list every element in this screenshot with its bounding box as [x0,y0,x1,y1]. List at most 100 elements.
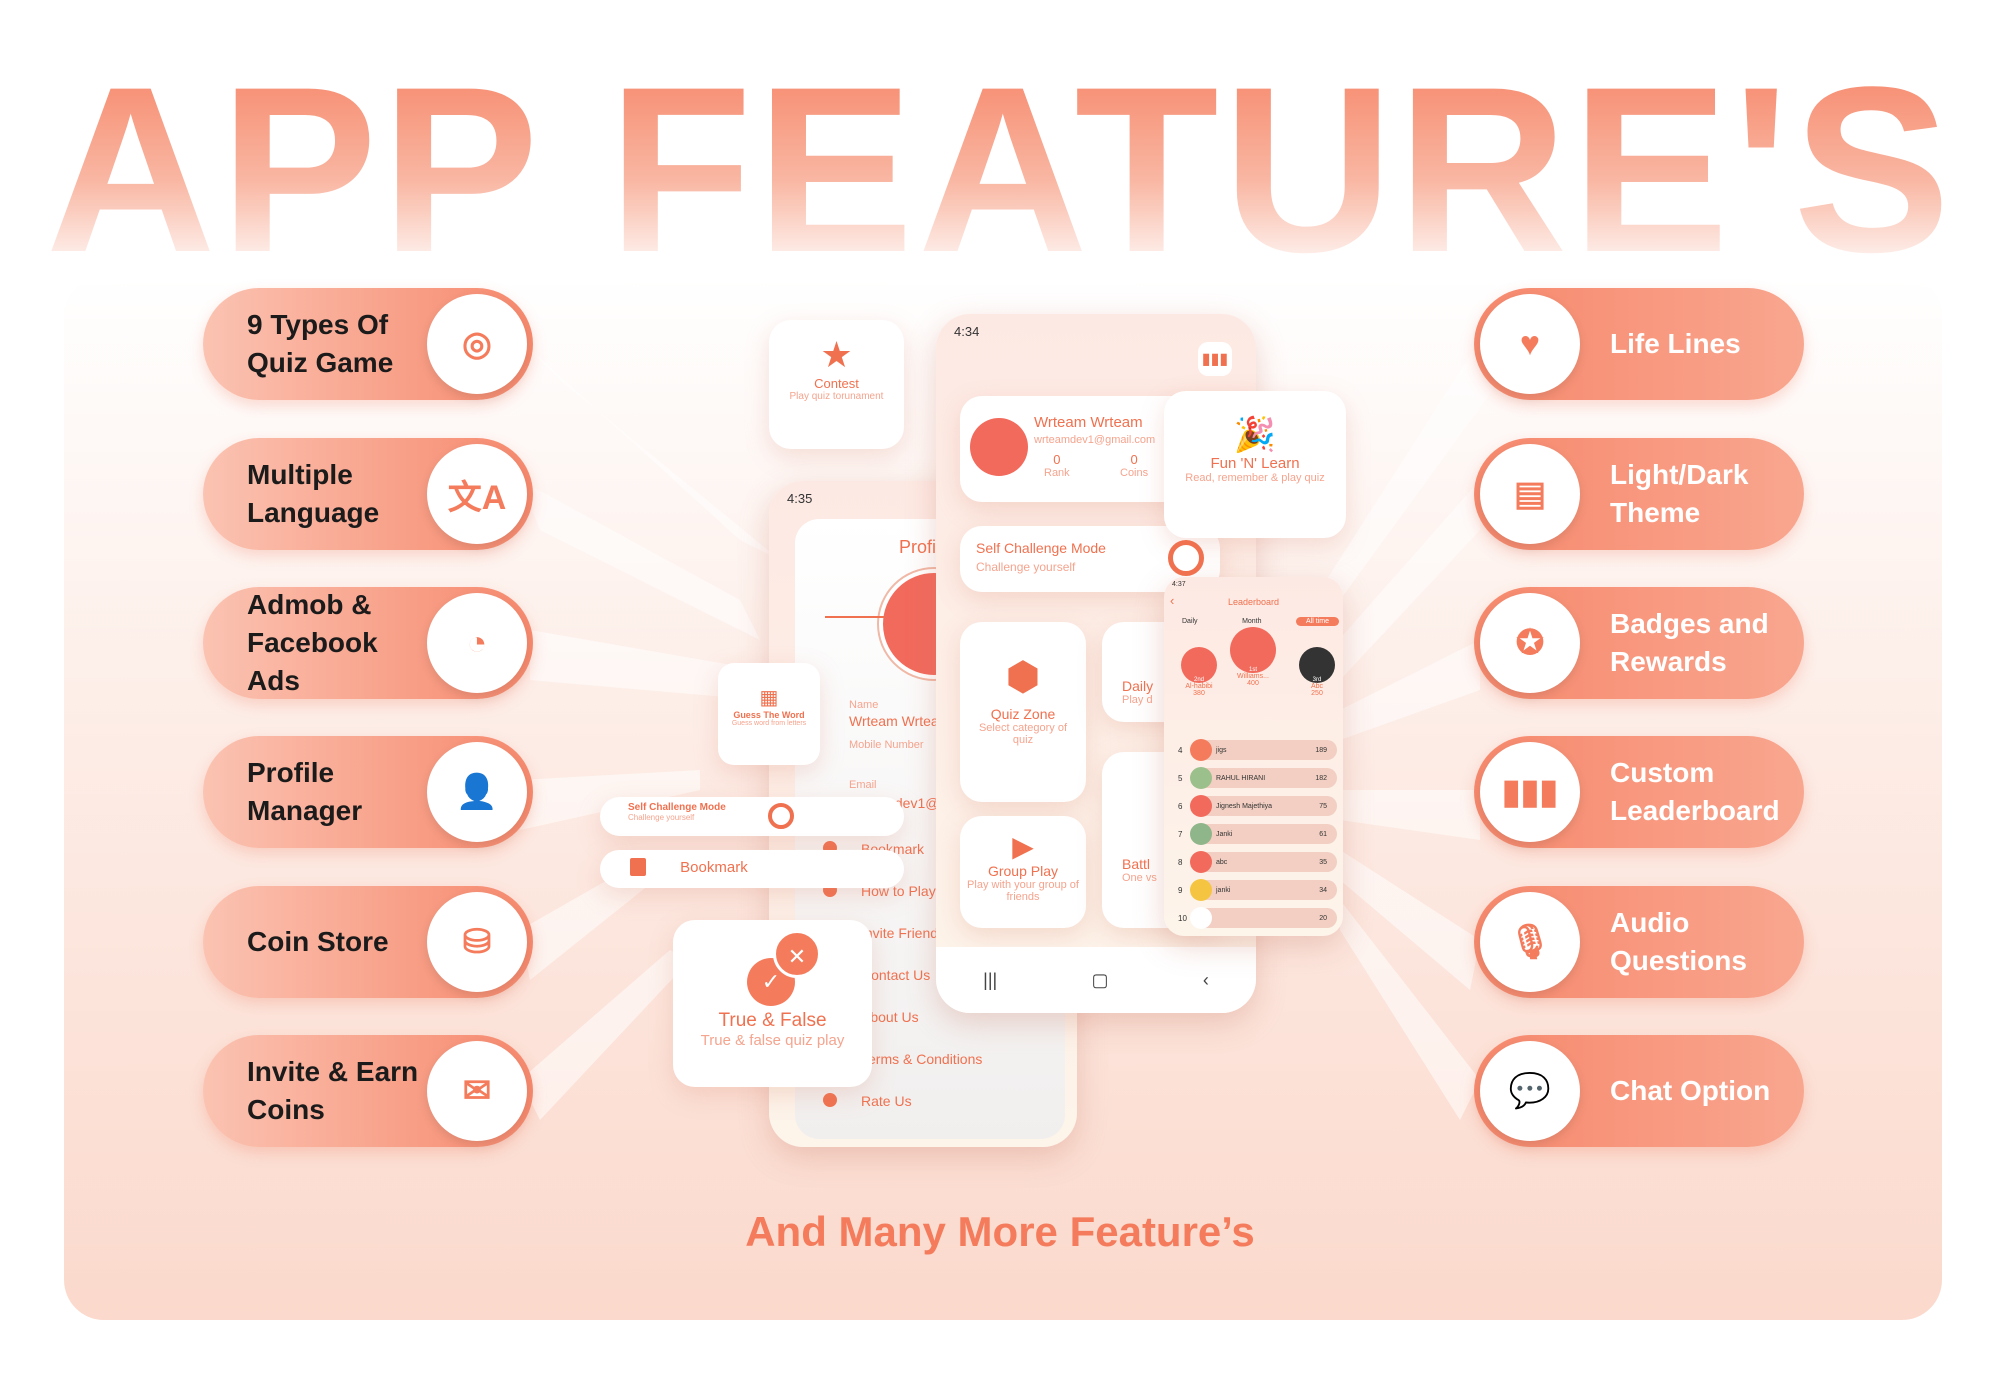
card-title: Quiz Zone [990,706,1056,722]
feature-pill: Invite & Earn Coins ✉ [203,1035,533,1147]
card-subtitle: Guess word from letters [731,720,807,727]
row-rank: 9 [1178,885,1183,895]
row-name: jigs [1216,746,1227,754]
theme-icon: ▤ [1480,444,1580,544]
feature-label: Badges and Rewards [1610,608,1769,677]
back-button[interactable]: ‹ [1203,970,1209,991]
card-subtitle: Play quiz torunament [789,391,884,402]
book-icon [630,858,646,877]
feature-label: Admob & Facebook Ads [247,589,378,696]
home-button[interactable]: ▢ [1092,970,1109,991]
leaderboard-row[interactable]: 9 janki 34 [1178,879,1337,901]
card-subtitle: Play with your group of friends [967,879,1079,903]
row-name: janki [1216,886,1231,894]
quiz-zone-card[interactable]: ⬢ Quiz Zone Select category of quiz [960,622,1086,802]
feature-label: Invite & Earn Coins [247,1056,419,1125]
leaderboard-row[interactable]: 8 abc 35 [1178,851,1337,873]
party-popper-icon: 🎉 [1233,416,1277,454]
avatar: 1st [1230,627,1276,673]
row-name: abc [1216,858,1228,866]
card-subtitle: Challenge yourself [628,813,695,822]
feature-pill: 9 Types Of Quiz Game ◎ [203,288,533,400]
avatar [1190,795,1212,817]
screen-title: Leaderboard [1227,597,1280,607]
leaderboard-icon[interactable]: ▮▮▮ [1198,342,1232,376]
user-name: Wrteam Wrteam [1034,414,1143,431]
laurel-star-icon: ★ [820,334,853,375]
microphone-icon: 🎙 [1480,892,1580,992]
row-score: 20 [1319,914,1327,922]
target-icon [768,803,794,829]
mobile-label: Mobile Number [849,739,924,751]
feature-label: 9 Types Of Quiz Game [247,309,394,378]
android-nav-bar: ||| ▢ ‹ [936,947,1256,1013]
tab-daily[interactable]: Daily [1172,617,1208,626]
row-rank: 7 [1178,829,1183,839]
status-time: 4:34 [954,324,980,339]
feature-pill: 💬 Chat Option [1474,1035,1804,1147]
menu-item[interactable]: Invite Friends [861,925,945,941]
feature-label: Audio Questions [1610,907,1747,976]
chat-icon: 💬 [1480,1041,1580,1141]
card-title: Fun 'N' Learn [1210,455,1300,472]
leaderboard-row[interactable]: 10 20 [1178,907,1337,929]
leaderboard-row[interactable]: 4 jigs 189 [1178,739,1337,761]
bookmark-pill[interactable]: Bookmark [600,850,904,888]
recents-button[interactable]: ||| [983,970,997,991]
leaderboard-icon: ▮▮▮ [1480,742,1580,842]
row-name: Janki [1216,830,1233,838]
card-title: Guess The Word [733,710,805,720]
podium-entry[interactable]: 3rd Abc 250 [1292,647,1342,697]
feature-pill: ✪ Badges and Rewards [1474,587,1804,699]
menu-item[interactable]: Rate Us [861,1093,912,1109]
avatar [1190,767,1212,789]
user-gear-icon: 👤 [427,742,527,842]
gamepad-icon: ⬢ [1005,655,1041,699]
group-play-card[interactable]: ▶ Group Play Play with your group of fri… [960,816,1086,928]
status-time: 4:35 [787,491,813,506]
rank-value: 0 [1053,452,1061,467]
feature-pill: Admob & Facebook Ads ◔ [203,587,533,699]
translate-icon: 文A [427,444,527,544]
card-title: Self Challenge Mode [628,802,726,813]
coins-value: 0 [1130,452,1138,467]
feature-label: Chat Option [1610,1075,1771,1106]
row-rank: 5 [1178,773,1183,783]
status-time: 4:37 [1172,581,1186,588]
card-subtitle: Select category of quiz [978,722,1068,746]
group-play-icon: ▶ [1012,831,1034,862]
feature-pill: ▤ Light/Dark Theme [1474,438,1804,550]
podium-name: Al-habibi [1185,683,1213,690]
avatar [1190,879,1212,901]
feature-label: Multiple Language [247,459,380,528]
envelope-heart-icon: ✉ [427,1041,527,1141]
contest-card[interactable]: ★ Contest Play quiz torunament [769,320,904,449]
feature-label: Light/Dark Theme [1610,459,1749,528]
podium-entry[interactable]: 1st Williams... 400 [1228,627,1278,687]
card-subtitle: Read, remember & play quiz [1185,472,1325,484]
leaderboard-row[interactable]: 5 RAHUL HIRANI 182 [1178,767,1337,789]
bookmark-label: Bookmark [680,858,748,876]
self-challenge-pill[interactable]: Self Challenge Mode Challenge yourself [600,797,904,836]
coins-label: Coins [1120,467,1149,479]
tab-all-time[interactable]: All time [1296,617,1339,626]
avatar [970,418,1028,476]
tab-month[interactable]: Month [1232,617,1271,626]
user-email: wrteamdev1@gmail.com [1034,434,1156,446]
avatar: 3rd [1299,647,1335,683]
card-subtitle: True & false quiz play [700,1032,845,1049]
avatar: 2nd [1181,647,1217,683]
card-title: Contest [814,376,859,391]
guess-the-word-card[interactable]: ▦ Guess The Word Guess word from letters [718,663,820,765]
row-score: 35 [1319,858,1327,866]
menu-item[interactable]: Terms & Conditions [861,1051,982,1067]
leaderboard-row[interactable]: 6 Jignesh Majethiya 75 [1178,795,1337,817]
feature-pill: Multiple Language 文A [203,438,533,550]
row-score: 182 [1315,774,1327,782]
fun-n-learn-card[interactable]: 🎉 Fun 'N' Learn Read, remember & play qu… [1164,391,1346,538]
podium-entry[interactable]: 2nd Al-habibi 380 [1174,647,1224,697]
puzzle-icon: ▦ [759,687,779,709]
row-score: 75 [1319,802,1327,810]
true-false-card[interactable]: ✓ ✕ True & False True & false quiz play [673,920,872,1087]
leaderboard-row[interactable]: 7 Janki 61 [1178,823,1337,845]
